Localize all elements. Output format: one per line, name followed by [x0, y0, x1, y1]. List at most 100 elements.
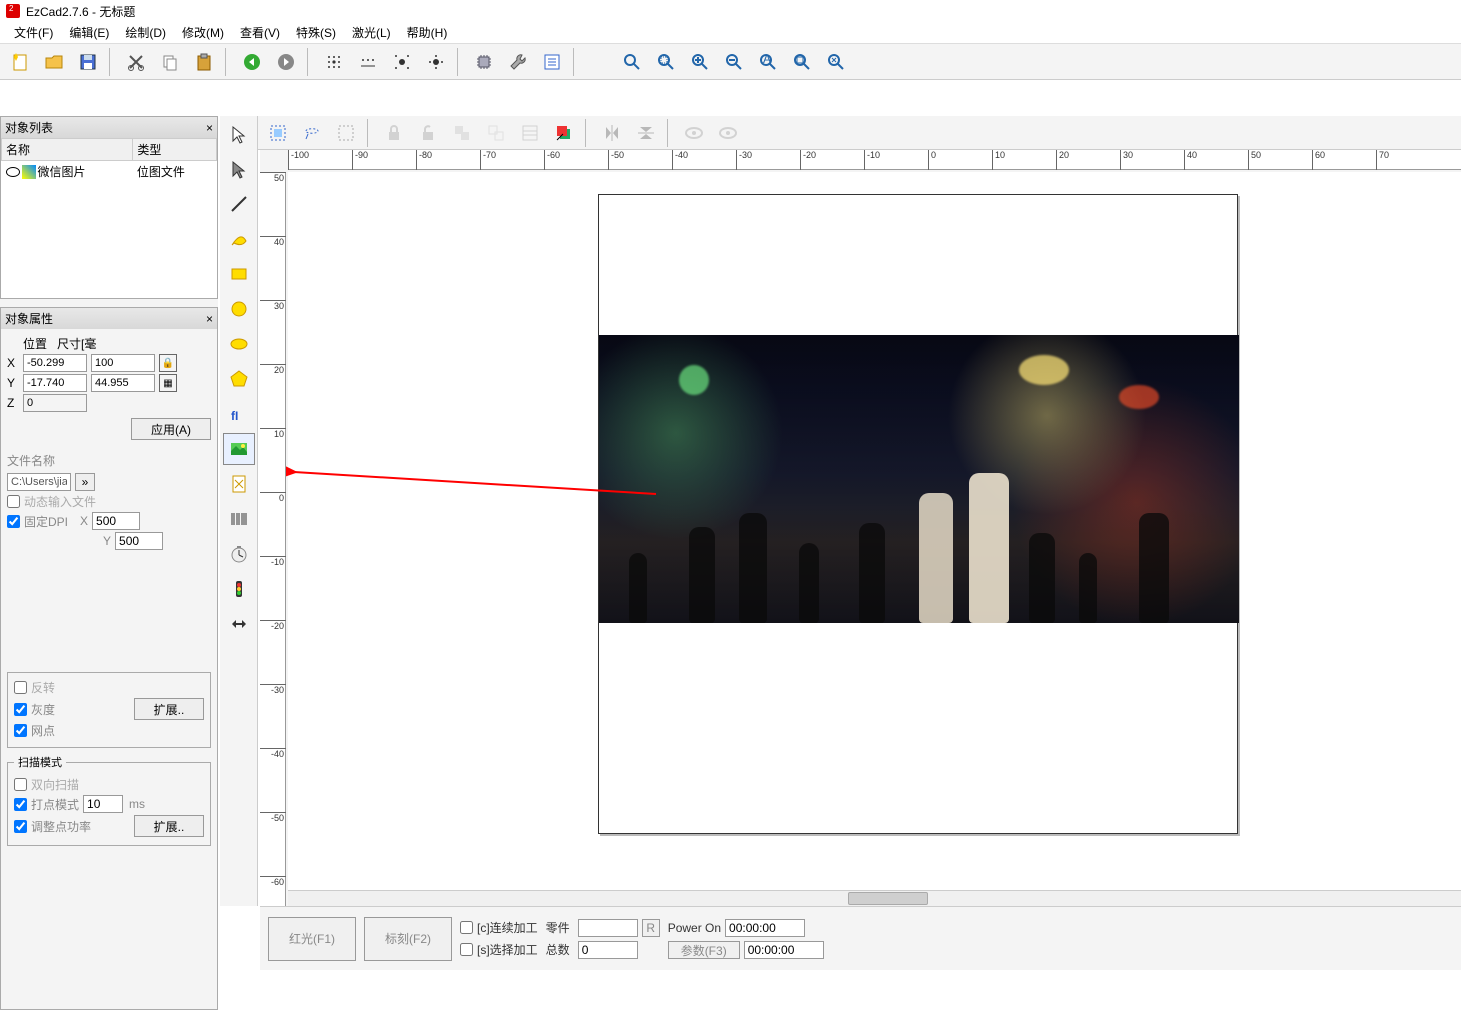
list-button[interactable] [536, 47, 568, 77]
col-name[interactable]: 名称 [2, 139, 133, 161]
reset-parts-button[interactable]: R [642, 919, 660, 937]
io-tool[interactable] [223, 573, 255, 605]
ruler-vertical[interactable]: 50403020100-10-20-30-40-50-60 [260, 172, 286, 906]
browse-button[interactable]: » [75, 473, 95, 491]
snap-object-button[interactable] [386, 47, 418, 77]
dynamic-input-checkbox[interactable] [7, 495, 20, 508]
object-list-body[interactable]: 名称 类型 微信图片 位图文件 [1, 138, 217, 298]
filename-input[interactable] [7, 473, 71, 491]
tools-button[interactable] [502, 47, 534, 77]
h-input[interactable] [91, 374, 155, 392]
new-file-button[interactable] [4, 47, 36, 77]
close-icon[interactable]: × [206, 312, 213, 326]
rect-icon [229, 264, 249, 284]
snap-center-button[interactable] [420, 47, 452, 77]
timer-tool[interactable] [223, 538, 255, 570]
redlight-button[interactable]: 红光(F1) [268, 917, 356, 961]
ruler-horizontal[interactable]: -100-90-80-70-60-50-40-30-20-10010203040… [288, 150, 1461, 170]
dotmode-label: 打点模式 [31, 796, 79, 813]
x-label: X [7, 356, 19, 370]
save-button[interactable] [72, 47, 104, 77]
zoom-area-button[interactable] [650, 47, 682, 77]
text-tool[interactable]: fI [223, 398, 255, 430]
adjust-power-checkbox[interactable] [14, 820, 27, 833]
zoom-out-button[interactable] [718, 47, 750, 77]
dpi-x-input[interactable] [92, 512, 140, 530]
copy-button[interactable] [154, 47, 186, 77]
redo-button[interactable] [270, 47, 302, 77]
circle-tool[interactable] [223, 293, 255, 325]
cut-button[interactable] [120, 47, 152, 77]
canvas[interactable] [288, 172, 1461, 890]
total-input[interactable] [578, 941, 638, 959]
bitmap-tool[interactable] [223, 433, 255, 465]
menu-help[interactable]: 帮助(H) [399, 22, 456, 43]
zoom-fit-button[interactable]: A [752, 47, 784, 77]
gray-checkbox[interactable] [14, 703, 27, 716]
bidir-checkbox[interactable] [14, 778, 27, 791]
menu-view[interactable]: 查看(V) [232, 22, 288, 43]
scan-mode-legend: 扫描模式 [14, 754, 66, 770]
list-item[interactable]: 微信图片 位图文件 [2, 161, 217, 183]
menu-laser[interactable]: 激光(L) [344, 22, 399, 43]
fixed-dpi-checkbox[interactable] [7, 515, 20, 528]
undo-button[interactable] [236, 47, 268, 77]
expand-button-1[interactable]: 扩展.. [134, 698, 204, 720]
line-tool[interactable] [223, 188, 255, 220]
eye-icon[interactable] [6, 167, 20, 177]
param-time-display [744, 941, 824, 959]
curve-tool[interactable] [223, 223, 255, 255]
invert-checkbox[interactable] [14, 681, 27, 694]
barcode-tool[interactable] [223, 503, 255, 535]
zoom-in-button[interactable] [684, 47, 716, 77]
zoom-1to1-button[interactable] [820, 47, 852, 77]
lock-aspect-icon[interactable]: 🔒 [159, 354, 177, 372]
node-edit-icon [229, 159, 249, 179]
snap-guide-button[interactable] [352, 47, 384, 77]
open-file-button[interactable] [38, 47, 70, 77]
apply-button[interactable]: 应用(A) [131, 418, 211, 440]
ellipse-tool[interactable] [223, 328, 255, 360]
sparkle-doc-icon [10, 52, 30, 72]
double-arrow-icon [229, 614, 249, 634]
menu-special[interactable]: 特殊(S) [288, 22, 344, 43]
vector-file-icon [229, 474, 249, 494]
menu-file[interactable]: 文件(F) [6, 22, 61, 43]
menu-modify[interactable]: 修改(M) [174, 22, 232, 43]
mark-button[interactable]: 标刻(F2) [364, 917, 452, 961]
system-param-button[interactable] [468, 47, 500, 77]
polygon-tool[interactable] [223, 363, 255, 395]
placed-bitmap[interactable] [599, 335, 1239, 623]
w-input[interactable] [91, 354, 155, 372]
z-input[interactable] [23, 394, 87, 412]
param-button[interactable]: 参数(F3) [668, 941, 740, 959]
rect-tool[interactable] [223, 258, 255, 290]
scrollbar-horizontal[interactable] [288, 890, 1461, 906]
scrollbar-thumb[interactable] [848, 892, 928, 905]
cursor-icon [229, 124, 249, 144]
paste-button[interactable] [188, 47, 220, 77]
y-input[interactable] [23, 374, 87, 392]
expand-button-2[interactable]: 扩展.. [134, 815, 204, 837]
dotmode-input[interactable] [83, 795, 123, 813]
sel-proc-checkbox[interactable] [460, 943, 473, 956]
zoom-button[interactable] [616, 47, 648, 77]
vector-tool[interactable] [223, 468, 255, 500]
parts-input[interactable] [578, 919, 638, 937]
col-type[interactable]: 类型 [133, 139, 217, 161]
cont-proc-checkbox[interactable] [460, 921, 473, 934]
close-icon[interactable]: × [206, 121, 213, 135]
menu-edit[interactable]: 编辑(E) [61, 22, 117, 43]
extend-tool[interactable] [223, 608, 255, 640]
magnifier-plus-icon [690, 52, 710, 72]
dotmode-checkbox[interactable] [14, 798, 27, 811]
zoom-page-button[interactable] [786, 47, 818, 77]
grid-checkbox[interactable] [14, 724, 27, 737]
dpi-y-input[interactable] [115, 532, 163, 550]
menu-draw[interactable]: 绘制(D) [117, 22, 174, 43]
x-input[interactable] [23, 354, 87, 372]
anchor-grid-icon[interactable]: ▦ [159, 374, 177, 392]
node-tool[interactable] [223, 153, 255, 185]
snap-grid-button[interactable] [318, 47, 350, 77]
select-tool[interactable] [223, 118, 255, 150]
